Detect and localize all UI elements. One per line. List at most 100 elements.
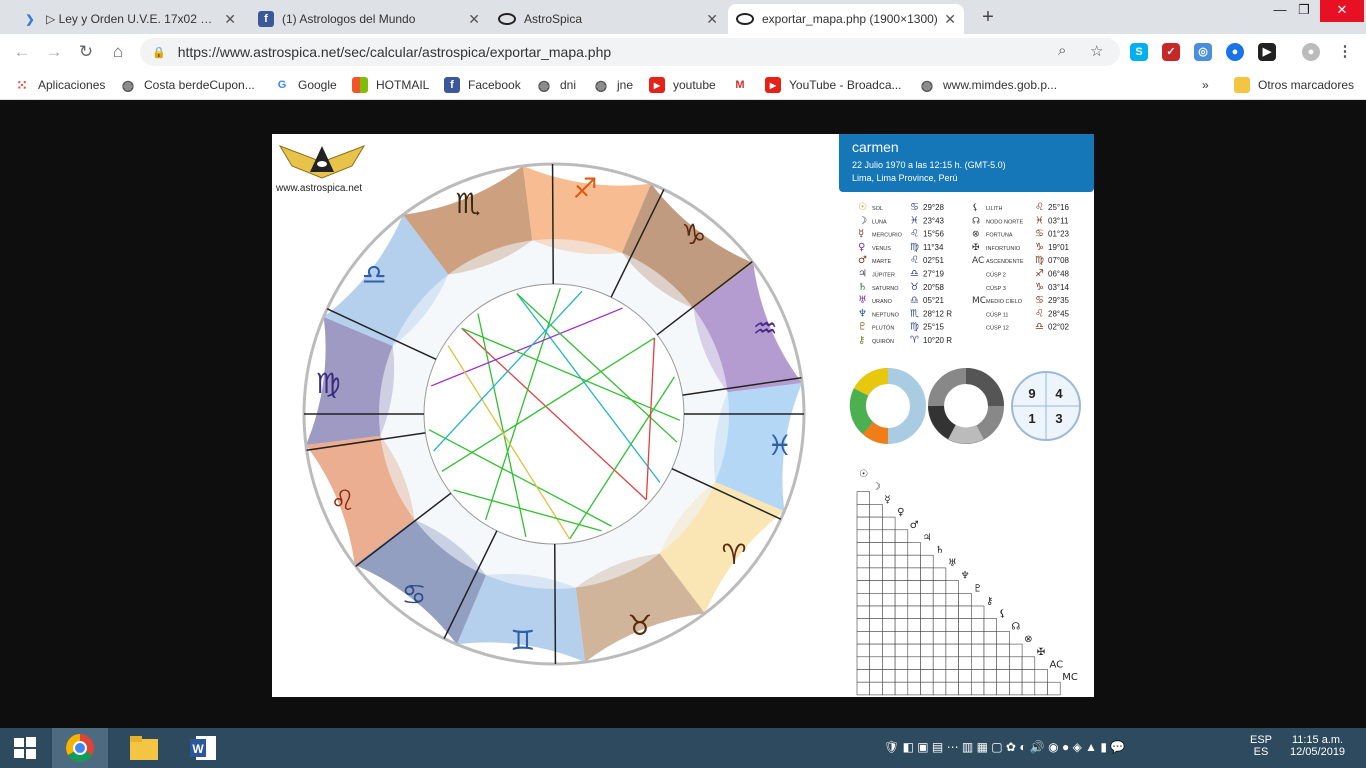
bookmark-youtube-broadcast[interactable]: ▶ YouTube - Broadca... xyxy=(765,76,902,94)
point-sign: ♍ xyxy=(1035,255,1044,266)
profile-avatar[interactable]: ● xyxy=(1302,43,1320,61)
bookmark-gmail[interactable]: M xyxy=(732,76,756,94)
chart-date: 22 Julio 1970 a las 12:15 h. (GMT-5.0) xyxy=(852,160,1006,170)
camera-icon[interactable]: ▶ xyxy=(1258,43,1276,61)
planet-degree: 11°34 xyxy=(923,243,944,252)
aspect-grid-cell xyxy=(970,605,985,619)
aspect-grid-glyph: ⚸ xyxy=(999,609,1006,620)
tray-icons[interactable]: 🛡 ◧ ▣ ▤ ⋯ ▥ ▦ ▢ ✿ ◐ 🔊 ◉ ● ◈ ▲ ▮ 💬 xyxy=(884,740,1125,754)
language-indicator[interactable]: ESP ES xyxy=(1250,734,1272,758)
menu-icon[interactable]: ⋮ xyxy=(1336,43,1354,61)
bookmark-google[interactable]: G Google xyxy=(274,76,337,94)
extension-icon[interactable]: ◎ xyxy=(1194,43,1212,61)
aspect-grid-cell xyxy=(869,580,883,594)
aspect-grid-cell xyxy=(996,643,1010,658)
aspect-grid-glyph: ⚷ xyxy=(986,596,993,607)
tab-ley-y-orden[interactable]: ❯ ▷ Ley y Orden U.V.E. 17x02 Serie ✕ xyxy=(14,4,244,34)
clock[interactable]: 11:15 a.m. 12/05/2019 xyxy=(1290,734,1345,758)
point-sign: ♋ xyxy=(1035,229,1044,240)
aspect-grid-cell xyxy=(856,643,870,658)
point-sign: ♌ xyxy=(1035,308,1044,319)
bookmark-facebook[interactable]: f Facebook xyxy=(444,76,521,94)
tab-exportar-mapa[interactable]: exportar_mapa.php (1900×1300) ✕ xyxy=(728,4,964,34)
zodiac-sign-glyph: ♒ xyxy=(753,312,778,345)
point-name: FORTUNA xyxy=(986,233,1013,239)
close-icon[interactable]: ✕ xyxy=(944,11,956,28)
zoom-icon[interactable]: ⌕ xyxy=(1058,42,1066,59)
address-bar[interactable]: 🔒 https://www.astrospica.net/sec/calcula… xyxy=(140,38,1120,66)
aspect-grid-cell xyxy=(920,567,934,581)
extension-icon[interactable]: ● xyxy=(1226,43,1244,61)
aspect-grid-cell xyxy=(882,592,896,607)
point-glyph: MC xyxy=(972,296,986,306)
aspect-grid-glyph: ♄ xyxy=(935,545,944,556)
zodiac-sign-glyph: ♍ xyxy=(316,367,341,400)
aspect-grid-glyph: AC xyxy=(1050,660,1064,671)
planet-glyph: ♅ xyxy=(858,295,867,306)
tab-astrologos[interactable]: f (1) Astrologos del Mundo ✕ xyxy=(250,4,488,34)
bookmark-jne[interactable]: ◍ jne xyxy=(593,76,633,94)
bookmark-label: Facebook xyxy=(468,78,521,92)
planet-name: JÚPITER xyxy=(872,272,895,279)
aspect-grid-cell xyxy=(983,643,997,658)
bookmark-apps[interactable]: ⁙ Aplicaciones xyxy=(14,76,105,94)
aspect-grid-cell xyxy=(882,643,896,658)
word-taskbar-button[interactable]: W xyxy=(176,728,232,768)
aspect-grid: ☉ ☽☿ ♀ ♂ ♃♄ ♅ ♆♇ ⚷ ⚸ ☊ ⊗ ✠ ACMC xyxy=(856,469,1078,696)
close-icon[interactable]: ✕ xyxy=(468,11,480,28)
aspect-grid-cell xyxy=(869,669,883,683)
aspect-grid-cell xyxy=(856,554,870,569)
aspect-grid-cell xyxy=(945,605,959,619)
planet-sign: ♈ xyxy=(910,335,919,346)
google-icon: G xyxy=(277,79,287,91)
point-degree: 03°11 xyxy=(1048,216,1069,225)
forward-button[interactable]: → xyxy=(42,40,66,64)
point-name: NODO NORTE xyxy=(986,219,1024,225)
bookmark-mimdes[interactable]: ◍ www.mimdes.gob.p... xyxy=(919,76,1057,94)
point-degree: 28°45 xyxy=(1048,309,1070,318)
planet-sign: ♓ xyxy=(910,215,919,226)
home-button[interactable]: ⌂ xyxy=(106,40,130,64)
folder-icon xyxy=(130,736,158,760)
planet-sign: ♎ xyxy=(910,269,919,280)
star-icon[interactable]: ☆ xyxy=(1090,42,1103,60)
close-icon[interactable]: ✕ xyxy=(224,11,236,28)
skype-icon[interactable]: S xyxy=(1130,43,1148,61)
planet-name: SATURNO xyxy=(872,286,899,292)
word-icon: W xyxy=(190,736,216,760)
reload-button[interactable]: ↻ xyxy=(74,40,98,64)
bookmarks-overflow-button[interactable]: » xyxy=(1202,76,1209,94)
aspect-grid-cell xyxy=(970,669,985,683)
zodiac-sign-glyph: ♉ xyxy=(627,609,652,642)
close-icon[interactable]: ✕ xyxy=(706,11,718,28)
bookmark-costa[interactable]: ◍ Costa berdeCupon... xyxy=(120,76,255,94)
file-explorer-taskbar-button[interactable] xyxy=(116,728,172,768)
bookmark-other-folder[interactable]: Otros marcadores xyxy=(1234,76,1354,94)
aspect-grid-cell xyxy=(856,567,870,581)
bookmark-hotmail[interactable]: HOTMAIL xyxy=(352,76,429,94)
chrome-icon xyxy=(66,734,94,762)
bookmark-youtube[interactable]: ▶ youtube xyxy=(649,76,716,94)
bookmark-dni[interactable]: ◍ dni xyxy=(536,76,576,94)
extension-icon[interactable]: ✓ xyxy=(1162,43,1180,61)
chrome-taskbar-button[interactable] xyxy=(52,728,108,768)
point-degree: 29°35 xyxy=(1048,296,1070,305)
aspect-grid-cell xyxy=(856,542,870,556)
start-button[interactable] xyxy=(0,728,50,768)
aspect-grid-cell xyxy=(856,656,870,670)
tab-strip: ❯ ▷ Ley y Orden U.V.E. 17x02 Serie ✕ f (… xyxy=(0,0,1366,34)
window-close-button[interactable]: ✕ xyxy=(1320,0,1364,22)
zodiac-sign-glyph: ♑ xyxy=(681,218,706,251)
zodiac-sign-glyph: ♌ xyxy=(330,484,355,517)
aspect-grid-cell xyxy=(932,592,947,607)
back-button[interactable]: ← xyxy=(10,40,34,64)
aspect-grid-cell xyxy=(958,592,972,607)
globe-icon: ◍ xyxy=(920,76,934,93)
new-tab-button[interactable]: + xyxy=(976,6,1000,30)
tab-astrospica[interactable]: AstroSpica ✕ xyxy=(490,4,726,34)
aspect-grid-cell xyxy=(882,580,896,594)
planet-name: MERCURIO xyxy=(872,233,903,239)
bookmark-label: YouTube - Broadca... xyxy=(789,78,902,92)
zodiac-sign-glyph: ♈ xyxy=(721,538,746,571)
windows-icon xyxy=(352,77,368,93)
